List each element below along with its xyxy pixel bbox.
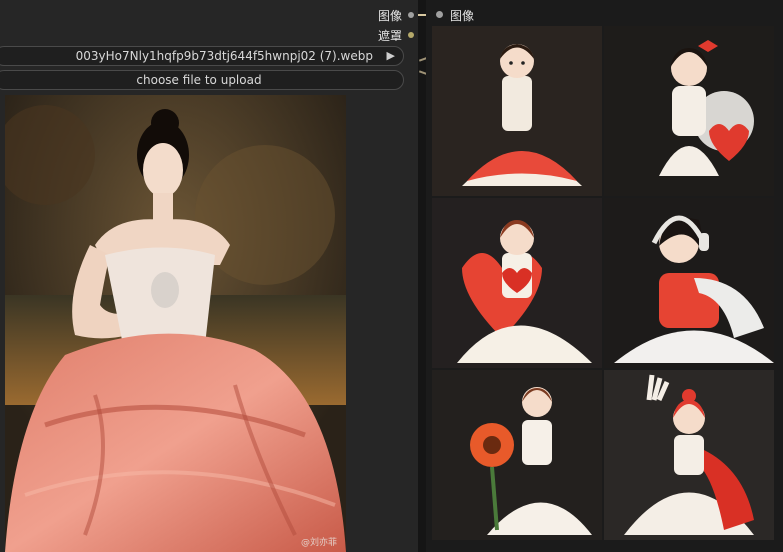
photo-watermark: @刘亦菲: [301, 536, 337, 548]
grid-image-5[interactable]: [432, 370, 602, 540]
upload-button[interactable]: choose file to upload: [0, 70, 404, 90]
output-image-label: 图像: [377, 9, 402, 23]
preview-image-node: 图像: [426, 0, 783, 552]
load-image-node: 图像 遮罩 003yHo7Nly1hqfp9b73dtj644f5hwnpj02…: [0, 0, 418, 552]
grid-image-3[interactable]: [432, 198, 602, 368]
upload-label: choose file to upload: [136, 73, 262, 87]
grid-image-6[interactable]: [604, 370, 774, 540]
input-image-slot[interactable]: [436, 11, 443, 18]
image-grid: [432, 26, 776, 552]
output-mask-slot[interactable]: [408, 32, 414, 38]
image-file-selector[interactable]: 003yHo7Nly1hqfp9b73dtj644f5hwnpj02 (7).w…: [0, 46, 404, 66]
output-image-slot[interactable]: [408, 12, 414, 18]
input-image-label: 图像: [450, 9, 475, 23]
grid-image-2[interactable]: [604, 26, 774, 196]
image-file-value: 003yHo7Nly1hqfp9b73dtj644f5hwnpj02 (7).w…: [75, 49, 373, 63]
output-mask-label: 遮罩: [377, 29, 402, 43]
grid-image-1[interactable]: [432, 26, 602, 196]
next-arrow-icon[interactable]: ▶: [387, 49, 395, 62]
image-preview: @刘亦菲: [5, 95, 346, 552]
grid-image-4[interactable]: [604, 198, 774, 368]
